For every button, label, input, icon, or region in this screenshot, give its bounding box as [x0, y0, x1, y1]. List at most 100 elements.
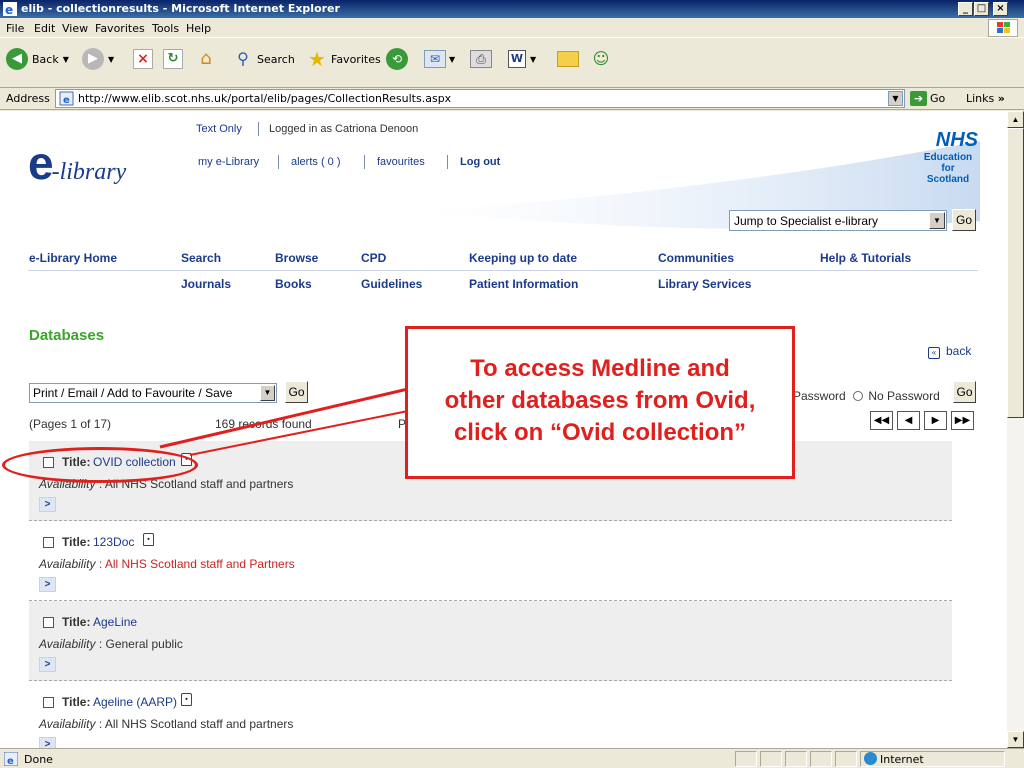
forward-button[interactable]: ▶ ▼ [82, 46, 114, 72]
password-option-label[interactable]: Password [793, 389, 846, 403]
expand-button[interactable]: > [39, 657, 56, 672]
nav-patient-information[interactable]: Patient Information [469, 277, 578, 291]
jump-go-button[interactable]: Go [952, 209, 976, 231]
nav-books[interactable]: Books [275, 277, 312, 291]
home-button[interactable]: ⌂ [195, 46, 217, 72]
search-button[interactable]: ⚲ Search [232, 46, 295, 72]
result-checkbox[interactable] [43, 537, 54, 548]
vertical-scrollbar[interactable]: ▲ ▼ [1007, 111, 1024, 748]
minimize-button[interactable]: _ [958, 2, 973, 16]
nav-cpd[interactable]: CPD [361, 251, 386, 265]
mail-icon: ✉ [424, 50, 446, 68]
back-arrow-icon: ◀ [6, 48, 28, 70]
specialist-select-value: Jump to Specialist e-library [734, 214, 879, 228]
lock-icon: ▪ [143, 533, 154, 546]
nav-search[interactable]: Search [181, 251, 221, 265]
messenger-button[interactable]: ☺ [590, 46, 612, 72]
action-select[interactable]: Print / Email / Add to Favourite / Save … [29, 383, 277, 403]
status-pane [835, 751, 857, 767]
nav-guidelines[interactable]: Guidelines [361, 277, 422, 291]
expand-button[interactable]: > [39, 497, 56, 512]
last-page-button[interactable]: ▶▶ [951, 411, 974, 430]
back-dropdown-icon[interactable]: ▼ [63, 55, 69, 64]
my-elibrary-link[interactable]: my e-Library [198, 156, 259, 168]
messenger-icon: ☺ [592, 49, 610, 68]
discuss-button[interactable] [557, 46, 579, 72]
refresh-button[interactable]: ↻ [163, 46, 183, 72]
scroll-thumb[interactable] [1007, 128, 1024, 418]
result-checkbox[interactable] [43, 617, 54, 628]
menu-tools[interactable]: Tools [152, 22, 179, 35]
logo-text: -library [51, 159, 127, 185]
nhs-wordmark: NHS [935, 129, 978, 151]
go-button[interactable]: ➔ Go [910, 91, 945, 106]
password-filter: Password No Password [793, 389, 940, 403]
menu-help[interactable]: Help [186, 22, 211, 35]
stop-button[interactable]: × [133, 46, 153, 72]
maximize-button[interactable]: □ [974, 2, 989, 16]
print-button[interactable]: ⎙ [470, 46, 492, 72]
result-title-link[interactable]: Ageline (AARP) [93, 695, 177, 709]
scroll-up-icon[interactable]: ▲ [1007, 111, 1024, 128]
nav-elibrary-home[interactable]: e-Library Home [29, 251, 117, 265]
no-password-radio[interactable] [853, 391, 864, 401]
result-row: Title: AgeLine Availability : General pu… [29, 601, 952, 681]
menu-edit[interactable]: Edit [34, 22, 55, 35]
mail-dropdown-icon[interactable]: ▼ [449, 55, 455, 64]
specialist-elibrary-select[interactable]: Jump to Specialist e-library ▼ [729, 210, 947, 231]
title-label: Title: [62, 535, 91, 549]
nhs-subtitle-3: Scotland [926, 174, 970, 185]
close-button[interactable]: × [993, 2, 1008, 16]
forward-dropdown-icon[interactable]: ▼ [108, 55, 114, 64]
no-password-label[interactable]: No Password [868, 389, 939, 403]
divider [258, 122, 259, 136]
menu-view[interactable]: View [62, 22, 88, 35]
alerts-link[interactable]: alerts ( 0 ) [291, 156, 341, 168]
nav-journals[interactable]: Journals [181, 277, 231, 291]
favourites-link[interactable]: favourites [377, 156, 425, 168]
nav-keeping-up-to-date[interactable]: Keeping up to date [469, 251, 577, 265]
filter-go-button[interactable]: Go [953, 381, 976, 403]
back-icon: « [928, 347, 940, 359]
page-icon: e [4, 752, 18, 766]
links-more-icon: » [997, 92, 1005, 105]
nav-library-services[interactable]: Library Services [658, 277, 751, 291]
nhs-subtitle-2: for [941, 163, 955, 174]
logout-link[interactable]: Log out [460, 156, 500, 168]
word-icon: W [508, 50, 526, 68]
address-input[interactable]: e http://www.elib.scot.nhs.uk/portal/eli… [55, 89, 905, 108]
text-only-link[interactable]: Text Only [196, 123, 242, 135]
history-icon: ⟲ [386, 48, 408, 70]
prev-page-button[interactable]: ◀ [897, 411, 920, 430]
back-link[interactable]: « back [928, 344, 971, 359]
expand-button[interactable]: > [39, 577, 56, 592]
title-label: Title: [62, 695, 91, 709]
menu-favorites[interactable]: Favorites [95, 22, 145, 35]
svg-text:e: e [5, 3, 13, 16]
edit-dropdown-icon[interactable]: ▼ [530, 55, 536, 64]
links-button[interactable]: Links » [966, 92, 1005, 105]
links-label: Links [966, 92, 995, 105]
edit-word-button[interactable]: W ▼ [508, 46, 536, 72]
mail-button[interactable]: ✉ ▼ [424, 46, 455, 72]
expand-button[interactable]: > [39, 737, 56, 748]
nav-communities[interactable]: Communities [658, 251, 734, 265]
result-title-link[interactable]: 123Doc [93, 535, 134, 549]
nav-help-tutorials[interactable]: Help & Tutorials [820, 251, 911, 265]
back-button[interactable]: ◀ Back ▼ [6, 46, 69, 72]
elibrary-logo[interactable]: e-library [28, 136, 126, 190]
history-button[interactable]: ⟲ [386, 46, 408, 72]
next-page-button[interactable]: ▶ [924, 411, 947, 430]
records-count: 169 records found [215, 417, 312, 431]
action-go-button[interactable]: Go [285, 381, 308, 403]
favorites-button[interactable]: ★ Favorites [306, 46, 381, 72]
nav-browse[interactable]: Browse [275, 251, 318, 265]
address-dropdown-icon[interactable]: ▼ [888, 91, 903, 106]
scroll-down-icon[interactable]: ▼ [1007, 731, 1024, 748]
result-title-link[interactable]: AgeLine [93, 615, 137, 629]
menu-file[interactable]: File [6, 22, 24, 35]
divider [278, 155, 279, 169]
first-page-button[interactable]: ◀◀ [870, 411, 893, 430]
result-checkbox[interactable] [43, 697, 54, 708]
logged-in-text: Logged in as Catriona Denoon [269, 123, 419, 135]
